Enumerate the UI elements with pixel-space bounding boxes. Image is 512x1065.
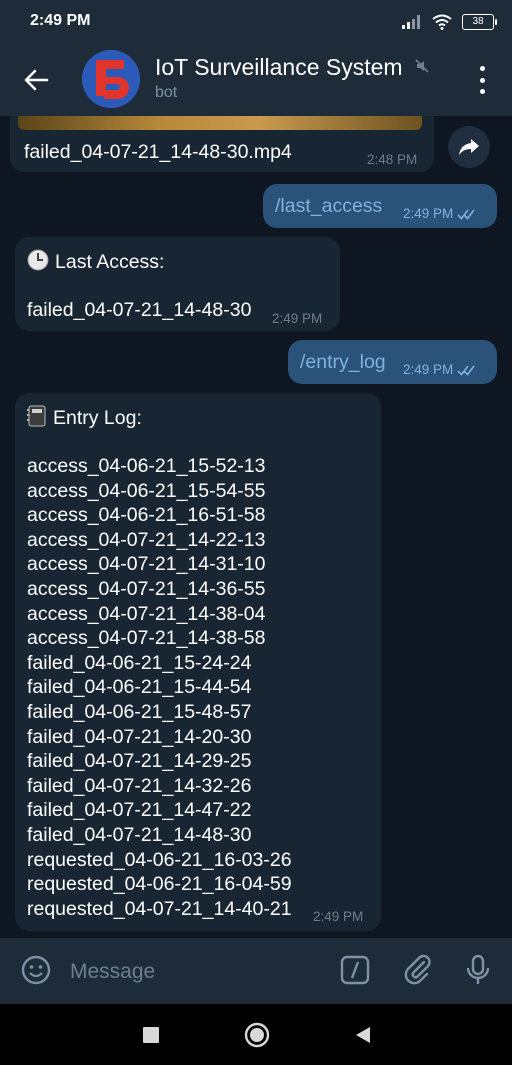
signal-icon (402, 15, 420, 29)
message-input[interactable] (68, 957, 322, 987)
entry-log-list: access_04-06-21_15-52-13 access_04-06-21_… (27, 454, 292, 921)
back-button[interactable] (18, 62, 54, 98)
back-nav-button[interactable] (350, 1022, 376, 1048)
entry-log-item: requested_04-06-21_16-04-59 (27, 873, 292, 896)
message-time: 2:48 PM (367, 152, 418, 167)
entry-log-item: access_04-07-21_14-22-13 (27, 528, 266, 551)
status-time: 2:49 PM (30, 12, 91, 29)
last-access-value: failed_04-07-21_14-48-30 (27, 299, 252, 321)
entry-log-item: access_04-06-21_15-54-55 (27, 479, 266, 502)
recents-button[interactable] (138, 1022, 164, 1048)
message-time: 2:49 PM (272, 311, 323, 326)
triangle-left-icon (356, 1027, 370, 1043)
entry-log-item: failed_04-07-21_14-20-30 (27, 725, 252, 748)
video-message[interactable]: failed_04-07-21_14-48-30.mp4 2:48 PM (10, 116, 434, 172)
chat-title: IoT Surveillance System (155, 54, 403, 80)
entry-log-item: access_04-07-21_14-38-04 (27, 602, 266, 625)
circle-icon (244, 1022, 270, 1048)
message-time: 2:49 PM (403, 362, 454, 377)
entry-log-item: access_04-07-21_14-31-10 (27, 553, 266, 576)
microphone-icon[interactable] (464, 954, 492, 986)
home-button[interactable] (244, 1022, 270, 1048)
battery-indicator: 38 (462, 14, 497, 30)
entry-log-item: failed_04-07-21_14-32-26 (27, 774, 252, 797)
command-text: /entry_log (300, 351, 386, 373)
dot-icon (479, 89, 485, 94)
entry-log-item: failed_04-06-21_15-44-54 (27, 676, 252, 699)
message-composer (0, 938, 512, 1004)
video-thumbnail[interactable] (18, 116, 422, 130)
entry-log-item: failed_04-07-21_14-48-30 (27, 823, 252, 846)
chat-subtitle: bot (155, 84, 178, 101)
entry-log-item: access_04-07-21_14-38-58 (27, 627, 266, 650)
avatar[interactable] (82, 50, 140, 108)
entry-log-message[interactable]: Entry Log: access_04-06-21_15-52-13 acces… (15, 393, 381, 931)
entry-log-item: requested_04-07-21_14-40-21 (27, 897, 292, 920)
notebook-icon (27, 405, 46, 427)
message-meta: 2:49 PM (403, 206, 477, 221)
arrow-left-icon (24, 69, 49, 91)
entry-log-item: access_04-06-21_16-51-58 (27, 504, 266, 527)
dot-icon (479, 66, 485, 71)
more-menu-button[interactable] (470, 66, 494, 94)
square-icon (143, 1027, 159, 1043)
last-access-message[interactable]: Last Access: failed_04-07-21_14-48-30 2:… (15, 237, 340, 331)
entry-log-item: failed_04-06-21_15-24-24 (27, 651, 252, 674)
system-nav-bar (0, 1004, 512, 1065)
entry-log-item: failed_04-07-21_14-29-25 (27, 750, 252, 773)
entry-log-item: failed_04-06-21_15-48-57 (27, 700, 252, 723)
muted-icon (415, 59, 429, 73)
double-check-icon (457, 365, 475, 376)
entry-log-item: requested_04-06-21_16-03-26 (27, 848, 292, 871)
last-access-heading: Last Access: (55, 251, 165, 273)
wifi-icon (432, 14, 452, 30)
share-arrow-icon (459, 139, 479, 155)
status-bar: 2:49 PM 38 (0, 0, 512, 42)
entry-log-item: access_04-06-21_15-52-13 (27, 455, 266, 477)
double-check-icon (457, 209, 475, 220)
message-time: 2:49 PM (403, 206, 454, 221)
emoji-icon[interactable] (20, 954, 52, 986)
clock-icon (27, 249, 49, 271)
status-icons: 38 (402, 12, 497, 32)
attach-icon[interactable] (402, 954, 434, 986)
bot-commands-icon[interactable] (340, 954, 370, 986)
message-time: 2:49 PM (313, 909, 364, 924)
entry-log-heading-row: Entry Log: (27, 405, 142, 431)
entry-log-item: access_04-07-21_14-36-55 (27, 577, 266, 600)
forward-button[interactable] (448, 126, 490, 168)
command-text: /last_access (275, 195, 383, 217)
entry-log-heading: Entry Log: (53, 407, 142, 429)
message-meta: 2:49 PM (403, 362, 477, 377)
last-access-heading-row: Last Access: (27, 249, 164, 275)
entry-log-item: failed_04-07-21_14-47-22 (27, 799, 252, 822)
dot-icon (479, 77, 485, 83)
chat-header: IoT Surveillance System bot (0, 42, 512, 116)
outgoing-command-message[interactable]: /last_access 2:49 PM (263, 184, 497, 228)
bot-logo-icon (82, 50, 140, 108)
video-filename: failed_04-07-21_14-48-30.mp4 (24, 141, 292, 163)
chat-area[interactable]: failed_04-07-21_14-48-30.mp4 2:48 PM /la… (0, 116, 512, 938)
outgoing-command-message[interactable]: /entry_log 2:49 PM (288, 340, 497, 384)
